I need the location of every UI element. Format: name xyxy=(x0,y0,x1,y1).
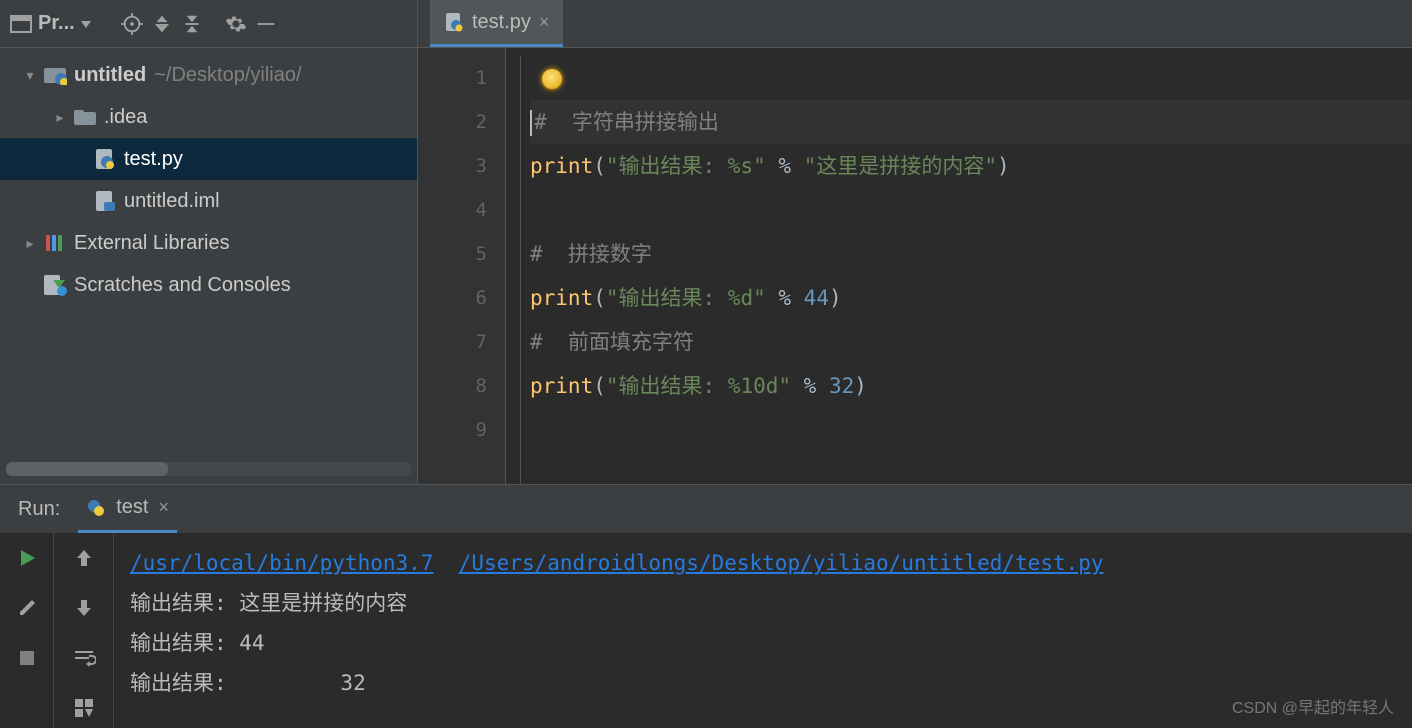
settings-icon[interactable] xyxy=(223,11,249,37)
editor-tabbar: test.py × xyxy=(418,0,1412,48)
run-label: Run: xyxy=(18,498,60,521)
tree-root-label: untitled xyxy=(74,64,146,87)
console-line: 输出结果: 这里是拼接的内容 xyxy=(130,583,1396,623)
chevron-down-icon[interactable]: ▾ xyxy=(18,67,42,84)
close-tab-icon[interactable]: × xyxy=(539,12,550,33)
libraries-icon xyxy=(42,232,68,254)
chevron-right-icon[interactable]: ▸ xyxy=(18,235,42,252)
horizontal-scrollbar[interactable] xyxy=(6,462,411,476)
edit-config-icon[interactable] xyxy=(12,593,42,623)
line-number: 8 xyxy=(418,364,487,408)
tree-folder-idea[interactable]: ▸ .idea xyxy=(0,96,417,138)
code-editor[interactable]: 1 2 3 4 5 6 7 8 9 # 字符串拼接输出 print("输出结果:… xyxy=(418,48,1412,484)
line-number: 6 xyxy=(418,276,487,320)
console-line: 输出结果: 44 xyxy=(130,623,1396,663)
python-file-icon xyxy=(86,498,106,518)
tree-item-label: .idea xyxy=(104,106,147,129)
console-line: 输出结果: 32 xyxy=(130,663,1396,703)
tree-item-label: untitled.iml xyxy=(124,190,220,213)
code-op: % xyxy=(766,154,804,178)
code-op: % xyxy=(791,374,829,398)
tree-external-libraries[interactable]: ▸ External Libraries xyxy=(0,222,417,264)
project-toolbar: Pr... xyxy=(0,0,417,48)
line-number: 5 xyxy=(418,232,487,276)
script-path-link[interactable]: /Users/androidlongs/Desktop/yiliao/untit… xyxy=(459,551,1104,575)
code-fn: print xyxy=(530,154,593,178)
csdn-watermark: CSDN @早起的年轻人 xyxy=(1232,694,1394,718)
line-number: 4 xyxy=(418,188,487,232)
console-command-line: /usr/local/bin/python3.7 /Users/androidl… xyxy=(130,543,1396,583)
down-arrow-icon[interactable] xyxy=(69,593,99,623)
run-tab-label: test xyxy=(116,496,148,519)
editor-tab-label: test.py xyxy=(472,11,531,34)
locate-icon[interactable] xyxy=(119,11,145,37)
interpreter-path-link[interactable]: /usr/local/bin/python3.7 xyxy=(130,551,433,575)
up-arrow-icon[interactable] xyxy=(69,543,99,573)
tree-root-path: ~/Desktop/yiliao/ xyxy=(154,64,301,87)
code-comment: # 字符串拼接输出 xyxy=(534,110,719,134)
tree-file-testpy[interactable]: test.py xyxy=(0,138,417,180)
collapse-all-icon[interactable] xyxy=(179,11,205,37)
code-comment: # 前面填充字符 xyxy=(530,330,694,354)
tree-scratches[interactable]: Scratches and Consoles xyxy=(0,264,417,306)
code-str: "这里是拼接的内容" xyxy=(804,154,997,178)
code-str: "输出结果: %s" xyxy=(606,154,766,178)
python-file-icon xyxy=(444,12,464,32)
run-toolbar-right xyxy=(54,533,114,728)
stop-icon[interactable] xyxy=(12,643,42,673)
run-header: Run: test × xyxy=(0,485,1412,533)
chevron-right-icon[interactable]: ▸ xyxy=(48,109,72,126)
text-cursor xyxy=(530,110,532,136)
console-output[interactable]: /usr/local/bin/python3.7 /Users/androidl… xyxy=(114,533,1412,728)
run-toolbar-left xyxy=(0,533,54,728)
scrollbar-thumb[interactable] xyxy=(6,462,168,476)
hide-panel-icon[interactable] xyxy=(253,11,279,37)
editor-area: test.py × 1 2 3 4 5 6 7 8 9 # 字符串拼接输出 pr… xyxy=(418,0,1412,484)
code-fn: print xyxy=(530,374,593,398)
folder-icon xyxy=(72,106,98,128)
code-content[interactable]: # 字符串拼接输出 print("输出结果: %s" % "这里是拼接的内容")… xyxy=(506,48,1412,484)
run-body: /usr/local/bin/python3.7 /Users/androidl… xyxy=(0,533,1412,728)
expand-all-icon[interactable] xyxy=(149,11,175,37)
project-tree[interactable]: ▾ untitled ~/Desktop/yiliao/ ▸ .idea tes… xyxy=(0,48,417,458)
rerun-icon[interactable] xyxy=(12,543,42,573)
tree-root[interactable]: ▾ untitled ~/Desktop/yiliao/ xyxy=(0,54,417,96)
code-num: 32 xyxy=(829,374,854,398)
iml-file-icon xyxy=(92,190,118,212)
tree-item-label: test.py xyxy=(124,148,183,171)
code-op: % xyxy=(766,286,804,310)
line-number: 3 xyxy=(418,144,487,188)
line-number: 7 xyxy=(418,320,487,364)
project-view-selector[interactable]: Pr... xyxy=(0,0,101,47)
run-panel: Run: test × /usr/local/bin/python3.7 /Us… xyxy=(0,484,1412,728)
code-fn: print xyxy=(530,286,593,310)
code-comment: # 拼接数字 xyxy=(530,242,652,266)
window-icon xyxy=(10,15,32,33)
project-view-label: Pr... xyxy=(38,12,75,35)
editor-gutter[interactable]: 1 2 3 4 5 6 7 8 9 xyxy=(418,48,506,484)
python-folder-icon xyxy=(42,64,68,86)
soft-wrap-icon[interactable] xyxy=(69,643,99,673)
intention-bulb-icon[interactable] xyxy=(542,69,562,89)
tree-item-label: Scratches and Consoles xyxy=(74,274,291,297)
scratches-icon xyxy=(42,274,68,296)
project-panel: Pr... ▾ untitled ~/Desktop/yiliao/ ▸ xyxy=(0,0,418,484)
close-tab-icon[interactable]: × xyxy=(159,497,170,518)
layout-icon[interactable] xyxy=(69,693,99,723)
line-number: 2 xyxy=(418,100,487,144)
line-number: 1 xyxy=(418,56,487,100)
line-number: 9 xyxy=(418,408,487,452)
run-tab-test[interactable]: test × xyxy=(78,485,177,533)
code-num: 44 xyxy=(804,286,829,310)
code-str: "输出结果: %d" xyxy=(606,286,766,310)
editor-tab-testpy[interactable]: test.py × xyxy=(430,0,563,47)
code-str: "输出结果: %10d" xyxy=(606,374,791,398)
dropdown-caret-icon xyxy=(81,19,91,29)
tree-file-iml[interactable]: untitled.iml xyxy=(0,180,417,222)
python-file-icon xyxy=(92,148,118,170)
tree-item-label: External Libraries xyxy=(74,232,230,255)
